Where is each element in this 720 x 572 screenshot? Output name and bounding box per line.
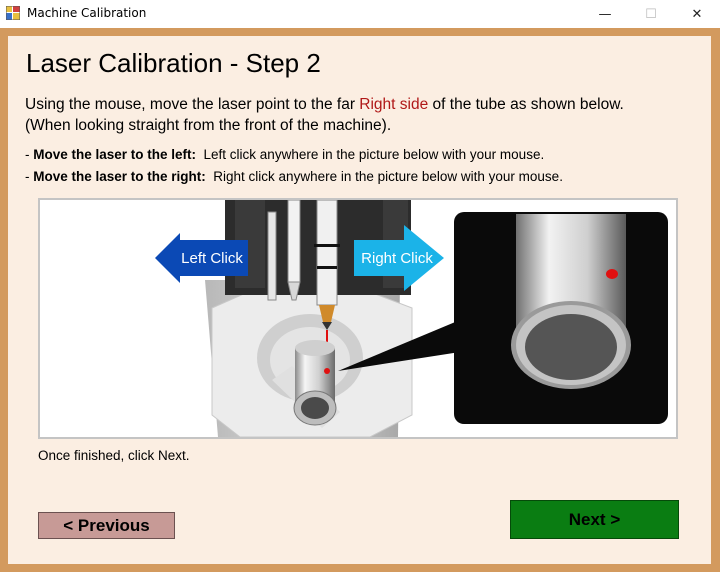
maximize-button[interactable]: ☐ [628,0,674,28]
calibration-picture[interactable]: Left Click Right Click [38,198,678,439]
right-instruction-prefix: - [25,169,34,184]
zoom-tube-hole [525,314,617,380]
instruction-post: of the tube as shown below. [428,96,624,113]
rod-left [267,211,277,301]
next-button[interactable]: Next > [510,500,679,539]
title-bar[interactable]: Machine Calibration — ☐ ✕ [0,0,720,28]
right-click-instruction: - Move the laser to the right: Right cli… [25,169,563,184]
laser-head-band-2 [317,266,337,269]
close-button[interactable]: ✕ [674,0,720,28]
zoom-laser-dot [606,269,618,279]
instruction-line2: (When looking straight from the front of… [25,117,392,134]
left-arrow-label: Left Click [181,250,243,267]
left-instruction-bold: Move the laser to the left: [33,147,197,162]
close-icon: ✕ [691,6,703,22]
left-instruction-text: Left click anywhere in the picture below… [196,147,545,162]
maximize-icon: ☐ [645,6,657,22]
left-click-instruction: - Move the laser to the left: Left click… [25,147,544,162]
instruction-text: Using the mouse, move the laser point to… [25,94,624,136]
instruction-highlight: Right side [359,96,429,113]
right-instruction-text: Right click anywhere in the picture belo… [205,169,563,184]
app-icon [6,6,20,20]
left-instruction-prefix: - [25,147,34,162]
laser-dot [324,368,330,374]
minimize-button[interactable]: — [582,0,628,28]
tube-top [295,340,335,356]
window-title: Machine Calibration [27,6,147,20]
machine-illustration: Left Click Right Click [155,200,668,437]
right-instruction-bold: Move the laser to the right: [33,169,206,184]
laser-head [316,200,338,306]
instruction-pre: Using the mouse, move the laser point to… [25,96,360,113]
client-area: Laser Calibration - Step 2 Using the mou… [8,36,711,564]
left-click-arrow: Left Click [155,233,248,283]
calibration-window: Machine Calibration — ☐ ✕ Laser Calibrat… [0,0,720,572]
previous-button[interactable]: < Previous [38,512,175,539]
tube-hole [301,397,329,419]
minimize-icon: — [598,6,612,22]
laser-head-band-1 [314,244,340,247]
right-arrow-label: Right Click [361,250,433,267]
rod-middle [287,200,301,283]
page-title: Laser Calibration - Step 2 [26,48,321,78]
finished-note: Once finished, click Next. [38,448,190,463]
